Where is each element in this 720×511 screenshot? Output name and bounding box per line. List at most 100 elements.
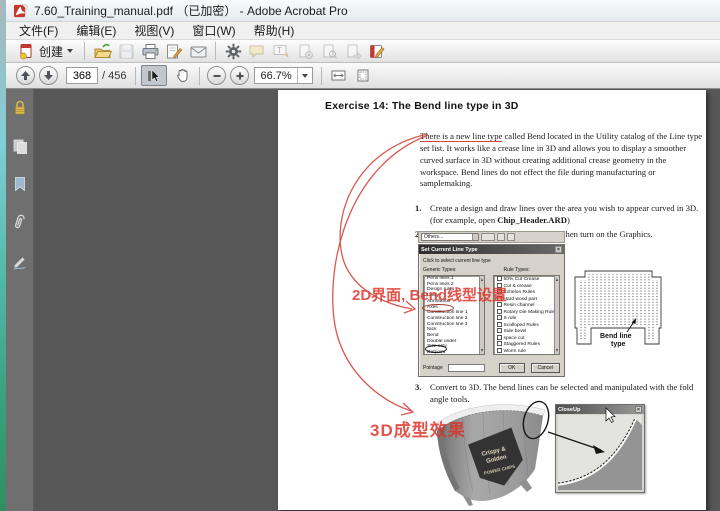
comment-button[interactable] [245, 41, 269, 62]
chevron-down-icon [472, 234, 478, 240]
select-cursor-icon [147, 69, 161, 83]
scrollbar [479, 276, 484, 354]
edit-annotations-button[interactable] [365, 41, 389, 62]
menu-view[interactable]: 视图(V) [125, 22, 183, 40]
dialog-toolbar-button [497, 233, 505, 241]
email-button[interactable] [186, 41, 210, 62]
dialog-hint: Click to select current line type [419, 254, 564, 267]
menu-help[interactable]: 帮助(H) [245, 22, 304, 40]
pointage-label: Pointage [423, 365, 443, 371]
next-page-button[interactable] [39, 66, 58, 85]
attach-file-button[interactable] [293, 41, 317, 62]
fit-width-button[interactable] [327, 65, 351, 86]
sign-document-button[interactable] [162, 41, 186, 62]
list-item: Zigzag rule [494, 354, 559, 355]
dialog-ok-button: OK [499, 363, 525, 373]
plus-icon [235, 71, 245, 81]
select-tool-button[interactable] [141, 65, 167, 86]
diagram-label-line1: Bend line [600, 333, 632, 340]
rule-types-label: Rule Types: [504, 267, 530, 273]
save-icon [118, 43, 135, 60]
hand-icon [175, 68, 190, 83]
chevron-down-icon [67, 49, 73, 53]
list-item: Defpoint [424, 350, 484, 355]
generic-types-list: Pens lines 1Pens lines 2Design rulesUtil… [423, 275, 485, 355]
attachments-paperclip-icon[interactable] [12, 214, 27, 232]
dialog-list-labels: Generic Types: Rule Types: [419, 267, 564, 275]
close-icon: × [635, 406, 642, 413]
red-underlined-text: There is a new line type [420, 131, 502, 142]
fit-width-icon [330, 68, 347, 83]
menu-file[interactable]: 文件(F) [10, 22, 67, 40]
window-title: 7.60_Training_manual.pdf （已加密） - Adobe A… [34, 2, 348, 19]
sign-document-icon [165, 43, 183, 60]
dialog-title-bar: Set Current Line Type × [419, 245, 564, 254]
generic-types-label: Generic Types: [423, 267, 457, 273]
comment-bubble-icon [248, 43, 266, 59]
pointage-dropdown [448, 364, 485, 372]
document-area[interactable]: Exercise 14: The Bend line type in 3D Th… [34, 89, 720, 511]
create-icon [18, 43, 35, 60]
page-thumbnails-icon[interactable] [12, 138, 28, 154]
open-folder-icon [93, 43, 112, 60]
dialog-toolbar-strip: Others... [418, 231, 565, 243]
step-1: 1. Create a design and draw lines over t… [415, 203, 712, 227]
dialog-cancel-button: Cancel [531, 363, 560, 373]
create-label: 创建 [39, 43, 63, 60]
dialog-title: Set Current Line Type [421, 247, 478, 253]
dialog-toolbar-button [507, 233, 515, 241]
red-curve-to-3d [333, 136, 426, 411]
chevron-down-icon [297, 68, 312, 83]
arrow-down-icon [43, 70, 54, 81]
text-callout-button[interactable]: T [269, 41, 293, 62]
hand-tool-button[interactable] [170, 65, 194, 86]
bookmarks-icon[interactable] [13, 176, 27, 192]
open-file-button[interactable] [90, 41, 114, 62]
arrow-up-icon [20, 70, 31, 81]
print-button[interactable] [138, 41, 162, 62]
toolbar-separator [215, 42, 216, 60]
diagram-label-line2: type [611, 341, 626, 348]
doc-search-button[interactable] [317, 41, 341, 62]
main-toolbar: 创建 [6, 40, 720, 63]
doc-search-icon [321, 43, 338, 60]
minus-icon [212, 71, 222, 81]
bend-line-diagram: Bend line type [564, 262, 670, 354]
desktop: 7.60_Training_manual.pdf （已加密） - Adobe A… [0, 0, 720, 511]
signatures-icon[interactable] [12, 254, 28, 270]
gear-icon [225, 43, 242, 60]
exercise-heading: Exercise 14: The Bend line type in 3D [325, 100, 519, 112]
fit-page-button[interactable] [351, 65, 375, 86]
step-1-text-end: ) [567, 215, 570, 225]
zoom-level-select[interactable]: 66.7% [254, 67, 312, 84]
security-lock-icon[interactable] [12, 99, 28, 116]
zoom-out-button[interactable] [207, 66, 226, 85]
closeup-window: CloseUp × [555, 404, 645, 493]
menu-bar: 文件(F) 编辑(E) 视图(V) 窗口(W) 帮助(H) [6, 22, 720, 40]
previous-page-button[interactable] [16, 66, 35, 85]
scrollbar [554, 276, 559, 354]
toolbar-separator [135, 67, 136, 85]
title-bar[interactable]: 7.60_Training_manual.pdf （已加密） - Adobe A… [6, 0, 720, 22]
toolbar-separator [321, 67, 322, 85]
create-button[interactable]: 创建 [12, 41, 79, 62]
set-current-line-type-dialog: Set Current Line Type × Click to select … [418, 244, 565, 377]
doc-send-icon [345, 43, 362, 60]
zoom-level-value: 66.7% [255, 70, 296, 82]
closeup-title-bar: CloseUp × [556, 405, 644, 414]
3d-render-image: Crispy & Golden POWER CHIPS [423, 395, 553, 511]
page-total-label: / 456 [102, 70, 126, 82]
dialog-toolbar-box [481, 233, 495, 241]
page-number-input[interactable] [66, 67, 98, 84]
menu-edit[interactable]: 编辑(E) [67, 22, 125, 40]
save-button[interactable] [114, 41, 138, 62]
acrobat-window: 7.60_Training_manual.pdf （已加密） - Adobe A… [6, 0, 720, 511]
settings-button[interactable] [221, 41, 245, 62]
red-edit-icon [368, 43, 386, 60]
dialog-footer: Pointage OK Cancel [419, 363, 564, 373]
zoom-in-button[interactable] [230, 66, 249, 85]
embedded-dialog-screenshot: Others... Set Current Line Type × [418, 231, 565, 377]
doc-send-button[interactable] [341, 41, 365, 62]
menu-window[interactable]: 窗口(W) [183, 22, 244, 40]
step-1-number: 1. [415, 203, 430, 227]
